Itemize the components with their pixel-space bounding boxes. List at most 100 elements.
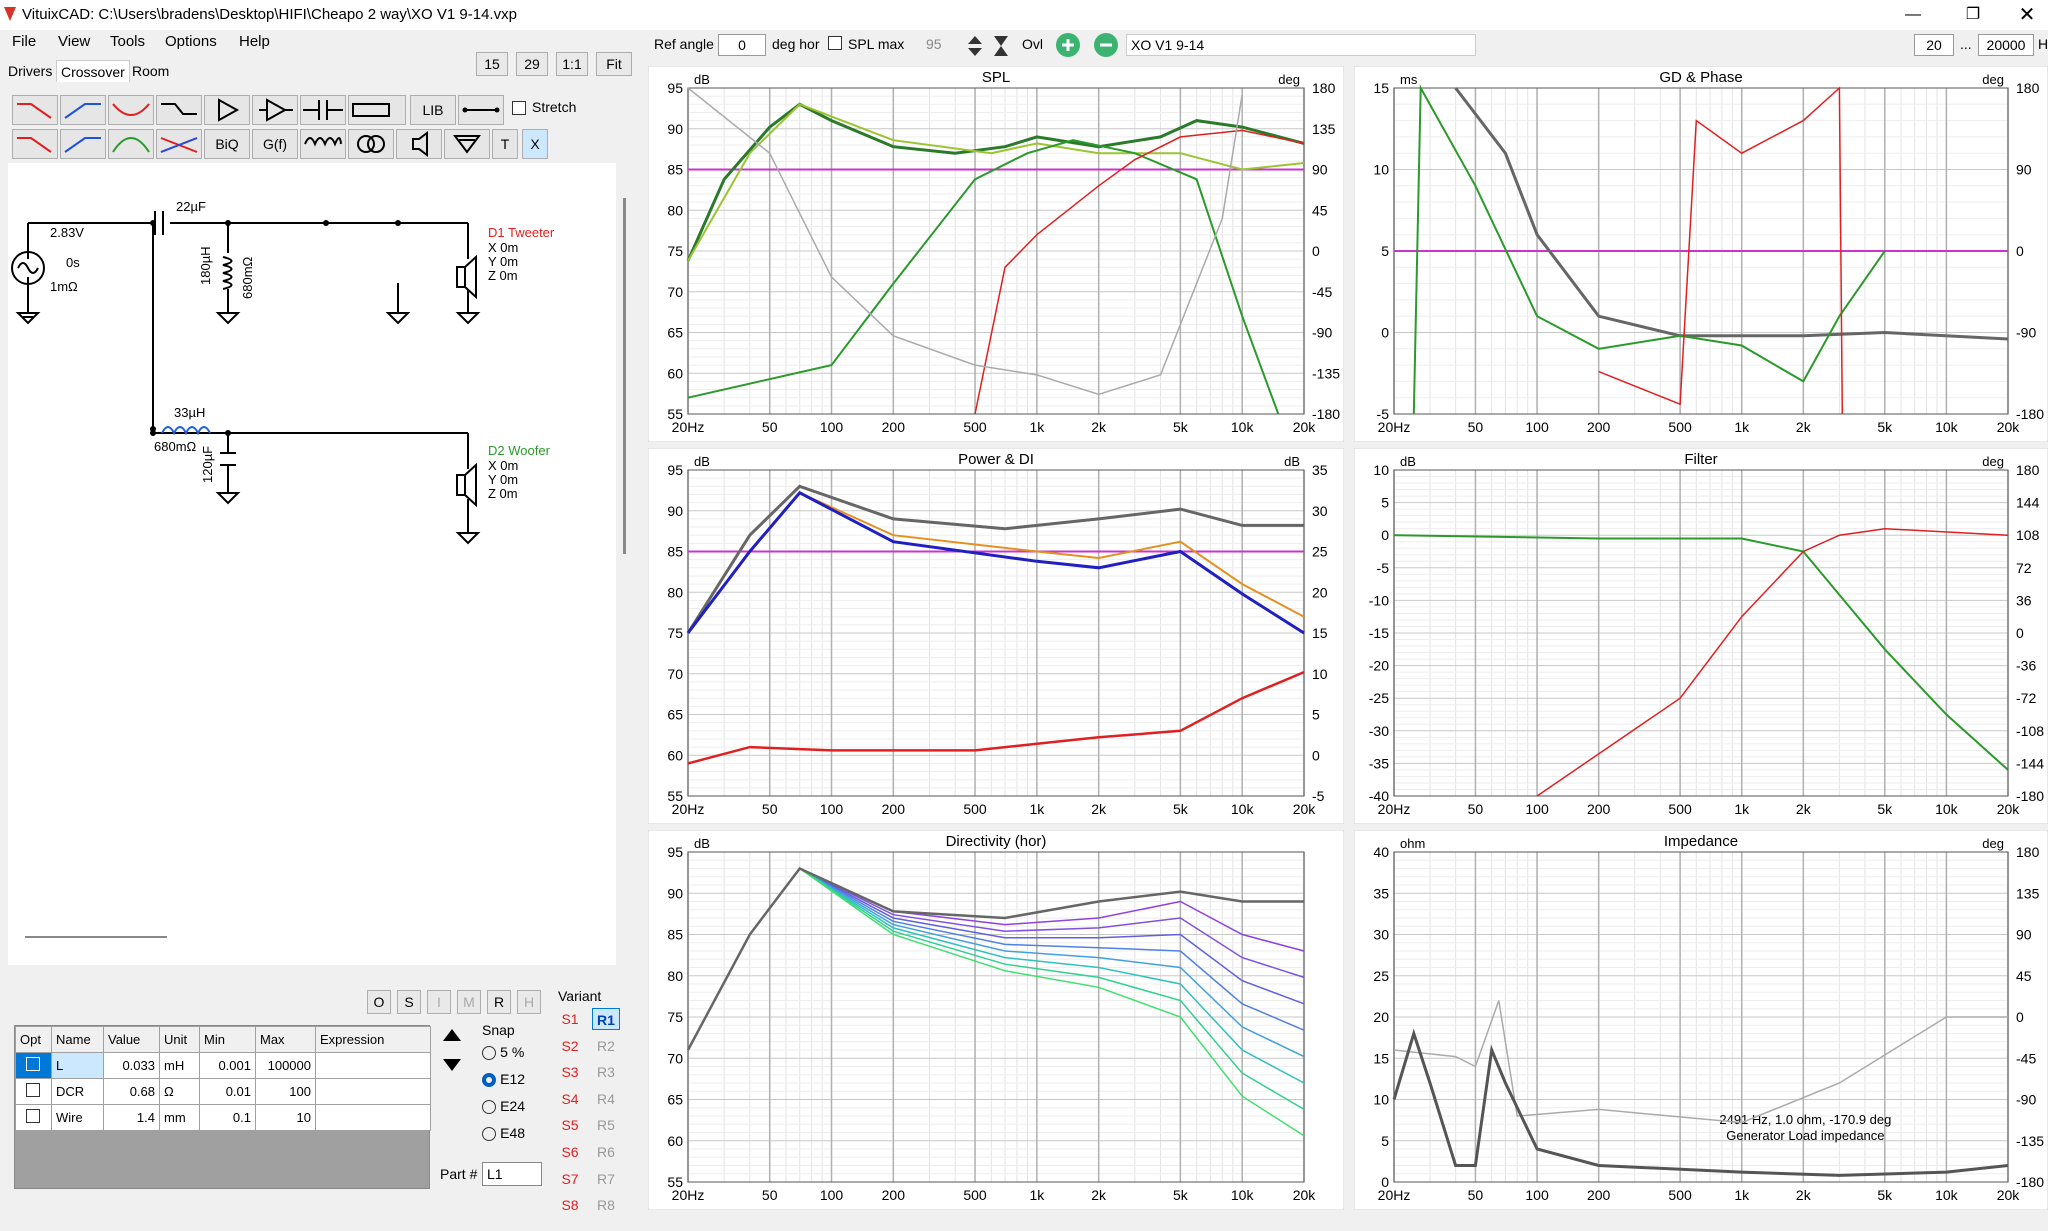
amp-button[interactable] xyxy=(252,95,298,125)
row-value[interactable]: 0.033 xyxy=(103,1052,160,1079)
variant-s6-button[interactable]: S6 xyxy=(556,1141,584,1163)
chart-panel-5[interactable]: 20Hz 50 100 200 500 1k 2k 5k 10k 20k9590858075706… xyxy=(648,830,1344,1210)
row-max[interactable]: 100 xyxy=(255,1078,316,1105)
minimize-icon[interactable]: — xyxy=(1890,2,1936,28)
crossover-button[interactable] xyxy=(156,129,202,159)
snap-option-e24[interactable]: E24 xyxy=(482,1098,525,1125)
tab-crossover[interactable]: Crossover xyxy=(56,60,130,82)
snap-option-e48[interactable]: E48 xyxy=(482,1125,525,1152)
table-row[interactable]: L 0.033 mH 0.001 100000 xyxy=(15,1052,431,1079)
snap-option-5pct[interactable]: 5 % xyxy=(482,1044,525,1071)
m-button[interactable]: M xyxy=(457,990,481,1014)
lowpass-2-button[interactable] xyxy=(12,129,58,159)
l2-label[interactable]: 33µH xyxy=(174,405,205,420)
close-icon[interactable]: ✕ xyxy=(2004,2,2048,28)
woofer-label[interactable]: D2 Woofer xyxy=(488,443,550,458)
stretch-checkbox[interactable] xyxy=(512,101,526,115)
o-button[interactable]: O xyxy=(367,990,391,1014)
zoom-15-button[interactable]: 15 xyxy=(476,52,508,76)
s-button[interactable]: S xyxy=(397,990,421,1014)
zoom-1-1-button[interactable]: 1:1 xyxy=(556,52,588,76)
variant-s7-button[interactable]: S7 xyxy=(556,1168,584,1190)
resistor-button[interactable] xyxy=(348,95,406,125)
capacitor-button[interactable] xyxy=(300,95,346,125)
variant-r3-button[interactable]: R3 xyxy=(592,1061,620,1083)
biq-button[interactable]: BiQ xyxy=(204,129,250,159)
transformer-button[interactable] xyxy=(348,129,394,159)
chart-panel-6[interactable]: 20Hz 50 100 200 500 1k 2k 5k 10k 20k4035302520151… xyxy=(1354,830,2048,1210)
freq-max-input[interactable]: 20000 xyxy=(1978,34,2034,56)
menu-file[interactable]: File xyxy=(12,33,36,50)
overlay-name-input[interactable]: XO V1 9-14 xyxy=(1126,34,1476,56)
up-down-icon[interactable] xyxy=(964,34,986,58)
table-row[interactable]: Wire 1.4 mm 0.1 10 xyxy=(15,1104,431,1131)
ground-button[interactable] xyxy=(444,129,490,159)
tab-room[interactable]: Room xyxy=(128,60,173,82)
variant-r5-button[interactable]: R5 xyxy=(592,1114,620,1136)
bandstop-button[interactable] xyxy=(108,95,154,125)
schematic-scrollbar[interactable] xyxy=(623,198,626,554)
row-min[interactable]: 0.01 xyxy=(199,1078,256,1105)
wire-button[interactable] xyxy=(458,95,504,125)
variant-r6-button[interactable]: R6 xyxy=(592,1141,620,1163)
zoom-29-button[interactable]: 29 xyxy=(516,52,548,76)
snap-option-e12[interactable]: E12 xyxy=(482,1071,525,1098)
variant-s5-button[interactable]: S5 xyxy=(556,1114,584,1136)
part-input[interactable]: L1 xyxy=(482,1162,542,1186)
shelf-button[interactable] xyxy=(156,95,202,125)
opt-checkbox[interactable] xyxy=(26,1083,40,1097)
highpass-2-button[interactable] xyxy=(60,129,106,159)
row-max[interactable]: 100000 xyxy=(255,1052,316,1079)
row-expression[interactable] xyxy=(315,1104,431,1131)
tab-drivers[interactable]: Drivers xyxy=(4,60,56,82)
row-min[interactable]: 0.001 xyxy=(199,1052,256,1079)
highpass-1-button[interactable] xyxy=(60,95,106,125)
buffer-button[interactable] xyxy=(204,95,250,125)
variant-s8-button[interactable]: S8 xyxy=(556,1194,584,1216)
variant-s1-button[interactable]: S1 xyxy=(556,1008,584,1030)
i-button[interactable]: I xyxy=(427,990,451,1014)
hourglass-icon[interactable] xyxy=(990,34,1012,58)
tweeter-label[interactable]: D1 Tweeter xyxy=(488,225,554,240)
opt-checkbox[interactable] xyxy=(26,1109,40,1123)
variant-r2-button[interactable]: R2 xyxy=(592,1035,620,1057)
c1-label[interactable]: 22µF xyxy=(176,199,206,214)
variant-r8-button[interactable]: R8 xyxy=(592,1194,620,1216)
freq-min-input[interactable]: 20 xyxy=(1914,34,1954,56)
maximize-icon[interactable]: ❐ xyxy=(1950,2,1996,28)
h-button[interactable]: H xyxy=(517,990,541,1014)
table-row[interactable]: DCR 0.68 Ω 0.01 100 xyxy=(15,1078,431,1105)
bandpass-button[interactable] xyxy=(108,129,154,159)
spl-max-checkbox[interactable] xyxy=(828,36,842,50)
horizontal-scrollbar[interactable] xyxy=(25,936,167,938)
variant-s3-button[interactable]: S3 xyxy=(556,1061,584,1083)
ref-angle-input[interactable]: 0 xyxy=(718,34,766,56)
inductor-button[interactable] xyxy=(300,129,346,159)
lib-button[interactable]: LIB xyxy=(410,95,456,125)
l1-label[interactable]: 180µH xyxy=(198,246,213,285)
opt-checkbox[interactable] xyxy=(26,1057,40,1071)
variant-s2-button[interactable]: S2 xyxy=(556,1035,584,1057)
r-button[interactable]: R xyxy=(487,990,511,1014)
variant-r7-button[interactable]: R7 xyxy=(592,1168,620,1190)
row-value[interactable]: 1.4 xyxy=(103,1104,160,1131)
menu-tools[interactable]: Tools xyxy=(110,33,145,50)
variant-s4-button[interactable]: S4 xyxy=(556,1088,584,1110)
x-button[interactable]: X xyxy=(522,129,548,159)
chart-panel-4[interactable]: 20Hz 50 100 200 500 1k 2k 5k 10k 20k1050-5-10-15-… xyxy=(1354,448,2048,824)
move-down-icon[interactable] xyxy=(440,1055,464,1075)
menu-view[interactable]: View xyxy=(58,33,90,50)
menu-help[interactable]: Help xyxy=(239,33,270,50)
row-min[interactable]: 0.1 xyxy=(199,1104,256,1131)
variant-r4-button[interactable]: R4 xyxy=(592,1088,620,1110)
schematic-canvas[interactable]: 2.83V 0s 1mΩ 22µF 180µH 680mΩ D1 Tweeter… xyxy=(8,163,616,965)
c2-label[interactable]: 120µF xyxy=(200,446,215,483)
chart-panel-1[interactable]: 20Hz 50 100 200 500 1k 2k 5k 10k 20k9590858075706… xyxy=(648,66,1344,442)
row-max[interactable]: 10 xyxy=(255,1104,316,1131)
menu-options[interactable]: Options xyxy=(165,33,217,50)
spl-max-value[interactable]: 95 xyxy=(926,36,942,52)
lowpass-1-button[interactable] xyxy=(12,95,58,125)
add-overlay-icon[interactable] xyxy=(1054,32,1082,58)
driver-button[interactable] xyxy=(396,129,442,159)
variant-r1-button[interactable]: R1 xyxy=(592,1008,620,1030)
